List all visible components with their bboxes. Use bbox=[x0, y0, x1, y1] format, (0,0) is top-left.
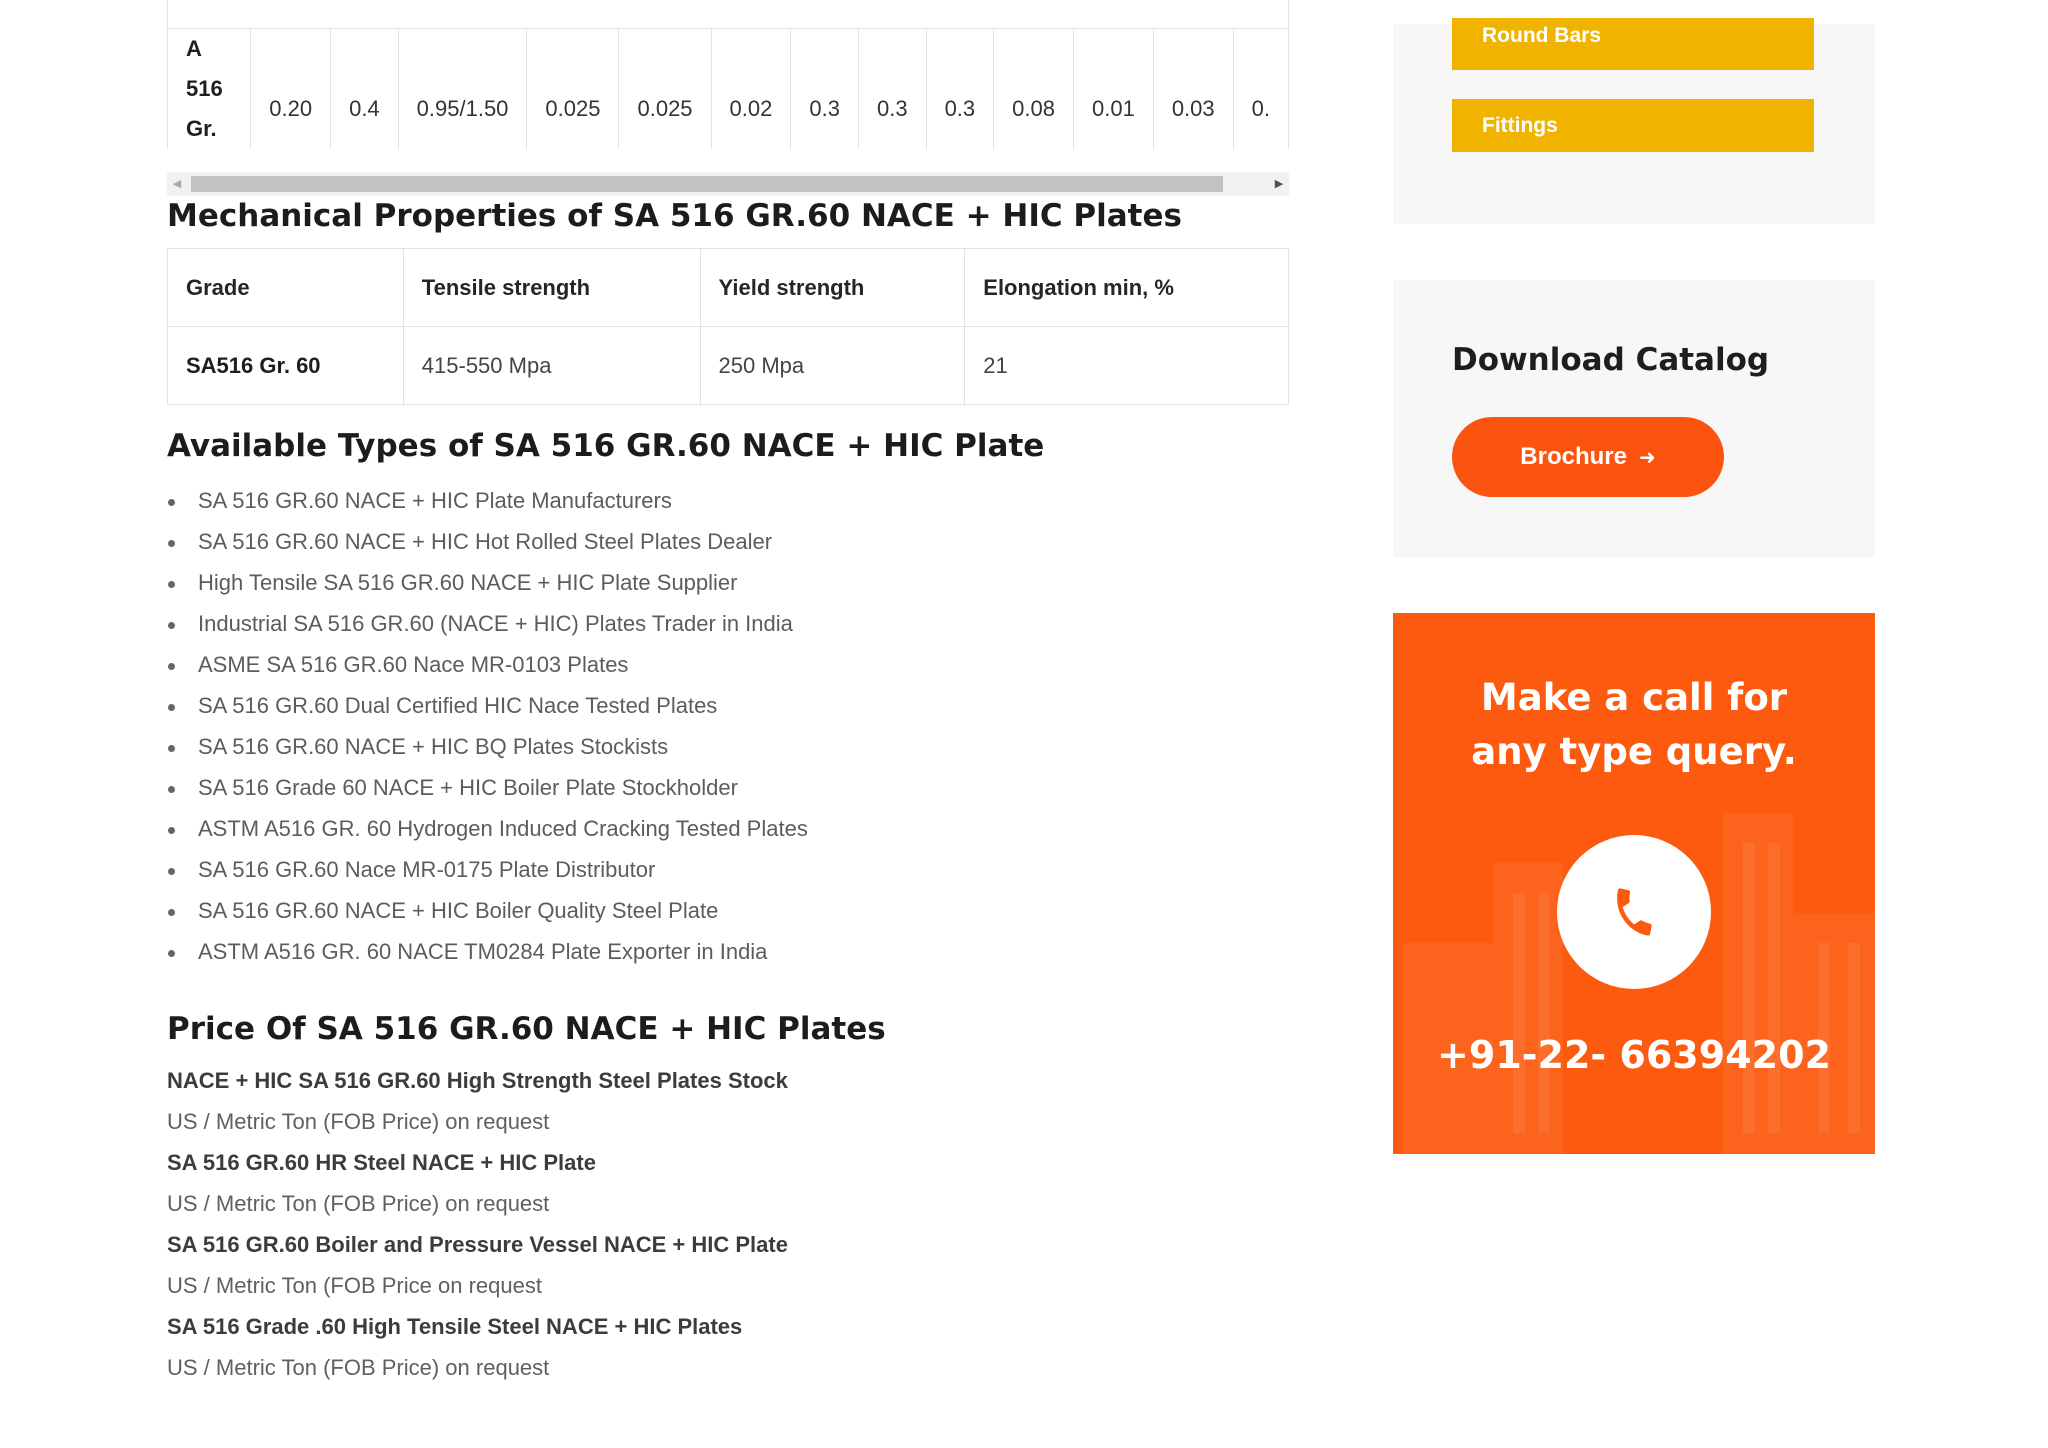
price-item-note: US / Metric Ton (FOB Price) on request bbox=[167, 1355, 550, 1380]
call-us-line: any type query. bbox=[1471, 730, 1797, 773]
table-cell: 0.3 bbox=[925, 29, 995, 149]
download-catalog-panel: Download Catalog Brochure ➜ bbox=[1393, 280, 1875, 557]
price-item-note: US / Metric Ton (FOB Price) on request bbox=[167, 1109, 550, 1134]
list-item: ASME SA 516 GR.60 Nace MR-0103 Plates bbox=[167, 650, 808, 691]
download-catalog-title: Download Catalog bbox=[1452, 342, 1770, 378]
table-cell: 0.02 bbox=[710, 29, 792, 149]
mechanical-properties-heading: Mechanical Properties of SA 516 GR.60 NA… bbox=[167, 198, 1182, 234]
table-row: A 516 Gr. 60 0.20 0.4 0.95/1.50 0.025 0.… bbox=[167, 29, 1289, 149]
call-us-line: Make a call for bbox=[1480, 676, 1788, 719]
price-item-note: US / Metric Ton (FOB Price on request bbox=[167, 1273, 542, 1298]
scroll-left-icon[interactable]: ◀ bbox=[167, 172, 187, 196]
list-item: ASTM A516 GR. 60 NACE TM0284 Plate Expor… bbox=[167, 937, 808, 978]
table-cell: 415-550 Mpa bbox=[402, 326, 701, 405]
building-graphic bbox=[1723, 813, 1793, 1154]
building-window bbox=[1513, 893, 1525, 1133]
price-item-name: SA 516 GR.60 HR Steel NACE + HIC Plate bbox=[167, 1150, 596, 1175]
horizontal-scrollbar[interactable]: ◀ ▶ bbox=[167, 172, 1289, 196]
list-item: SA 516 GR.60 NACE + HIC BQ Plates Stocki… bbox=[167, 732, 808, 773]
table-cell: 0.01 bbox=[1072, 29, 1154, 149]
mechanical-properties-table: Grade Tensile strength Yield strength El… bbox=[167, 248, 1289, 405]
list-item: SA 516 GR.60 NACE + HIC Hot Rolled Steel… bbox=[167, 527, 808, 568]
price-item-name: SA 516 Grade .60 High Tensile Steel NACE… bbox=[167, 1314, 743, 1339]
brochure-button[interactable]: Brochure ➜ bbox=[1452, 417, 1724, 497]
fittings-link[interactable]: Fittings bbox=[1452, 99, 1814, 152]
composition-table: A 516 Gr. 60 0.20 0.4 0.95/1.50 0.025 0.… bbox=[167, 29, 1289, 149]
table-cell: 0.025 bbox=[618, 29, 712, 149]
round-bars-link[interactable]: Round Bars bbox=[1452, 18, 1814, 70]
phone-number[interactable]: +91-22- 66394202 bbox=[1393, 1033, 1875, 1077]
table-cell: 0.025 bbox=[526, 29, 620, 149]
building-graphic bbox=[1493, 863, 1563, 1154]
table-cell: 0. bbox=[1232, 29, 1289, 149]
available-types-list: SA 516 GR.60 NACE + HIC Plate Manufactur… bbox=[167, 486, 808, 978]
column-header: Elongation min, % bbox=[964, 248, 1289, 327]
list-item: SA 516 GR.60 Nace MR-0175 Plate Distribu… bbox=[167, 855, 808, 896]
table-cell: 0.95/1.50 bbox=[397, 29, 528, 149]
list-item: SA 516 Grade 60 NACE + HIC Boiler Plate … bbox=[167, 773, 808, 814]
table-cell: 21 bbox=[964, 326, 1289, 405]
call-us-box: Make a call for any type query. +91-22- … bbox=[1393, 613, 1875, 1154]
scrollbar-thumb[interactable] bbox=[191, 176, 1223, 192]
price-list: NACE + HIC SA 516 GR.60 High Strength St… bbox=[167, 1066, 1167, 1382]
list-item: SA 516 GR.60 NACE + HIC Plate Manufactur… bbox=[167, 486, 808, 527]
arrow-right-icon: ➜ bbox=[1638, 447, 1656, 469]
list-item: ASTM A516 GR. 60 Hydrogen Induced Cracki… bbox=[167, 814, 808, 855]
table-row: SA516 Gr. 60 415-550 Mpa 250 Mpa 21 bbox=[167, 326, 1289, 405]
phone-icon bbox=[1617, 888, 1652, 936]
table-cell: 0.3 bbox=[857, 29, 927, 149]
list-item: SA 516 GR.60 NACE + HIC Boiler Quality S… bbox=[167, 896, 808, 937]
building-window bbox=[1743, 843, 1755, 1133]
table-cell: 0.3 bbox=[790, 29, 859, 149]
price-item-name: NACE + HIC SA 516 GR.60 High Strength St… bbox=[167, 1068, 788, 1093]
list-item: SA 516 GR.60 Dual Certified HIC Nace Tes… bbox=[167, 691, 808, 732]
scroll-right-icon[interactable]: ▶ bbox=[1269, 172, 1289, 196]
table-border bbox=[167, 0, 168, 28]
call-us-heading: Make a call for any type query. bbox=[1393, 671, 1875, 779]
building-window bbox=[1538, 893, 1550, 1133]
brochure-button-label: Brochure bbox=[1520, 443, 1627, 470]
products-panel: Round Bars Fittings bbox=[1393, 18, 1875, 224]
composition-table-scroll[interactable]: A 516 Gr. 60 0.20 0.4 0.95/1.50 0.025 0.… bbox=[167, 28, 1289, 149]
table-cell: 0.20 bbox=[250, 29, 332, 149]
price-item-note: US / Metric Ton (FOB Price) on request bbox=[167, 1191, 550, 1216]
column-header: Yield strength bbox=[699, 248, 966, 327]
table-cell: 0.03 bbox=[1152, 29, 1234, 149]
price-item-name: SA 516 GR.60 Boiler and Pressure Vessel … bbox=[167, 1232, 788, 1257]
table-cell: 0.08 bbox=[993, 29, 1074, 149]
price-heading: Price Of SA 516 GR.60 NACE + HIC Plates bbox=[167, 1011, 886, 1047]
table-border bbox=[1288, 0, 1289, 28]
table-header-row: Grade Tensile strength Yield strength El… bbox=[167, 248, 1289, 327]
building-window bbox=[1768, 843, 1780, 1133]
table-cell: 0.4 bbox=[330, 29, 399, 149]
column-header: Tensile strength bbox=[402, 248, 701, 327]
call-button[interactable] bbox=[1557, 835, 1711, 989]
table-cell: 250 Mpa bbox=[699, 326, 966, 405]
column-header: Grade bbox=[167, 248, 404, 327]
list-item: High Tensile SA 516 GR.60 NACE + HIC Pla… bbox=[167, 568, 808, 609]
list-item: Industrial SA 516 GR.60 (NACE + HIC) Pla… bbox=[167, 609, 808, 650]
table-cell-grade: A 516 Gr. 60 bbox=[167, 29, 252, 149]
available-types-heading: Available Types of SA 516 GR.60 NACE + H… bbox=[167, 428, 1045, 464]
table-cell-grade: SA516 Gr. 60 bbox=[167, 326, 404, 405]
